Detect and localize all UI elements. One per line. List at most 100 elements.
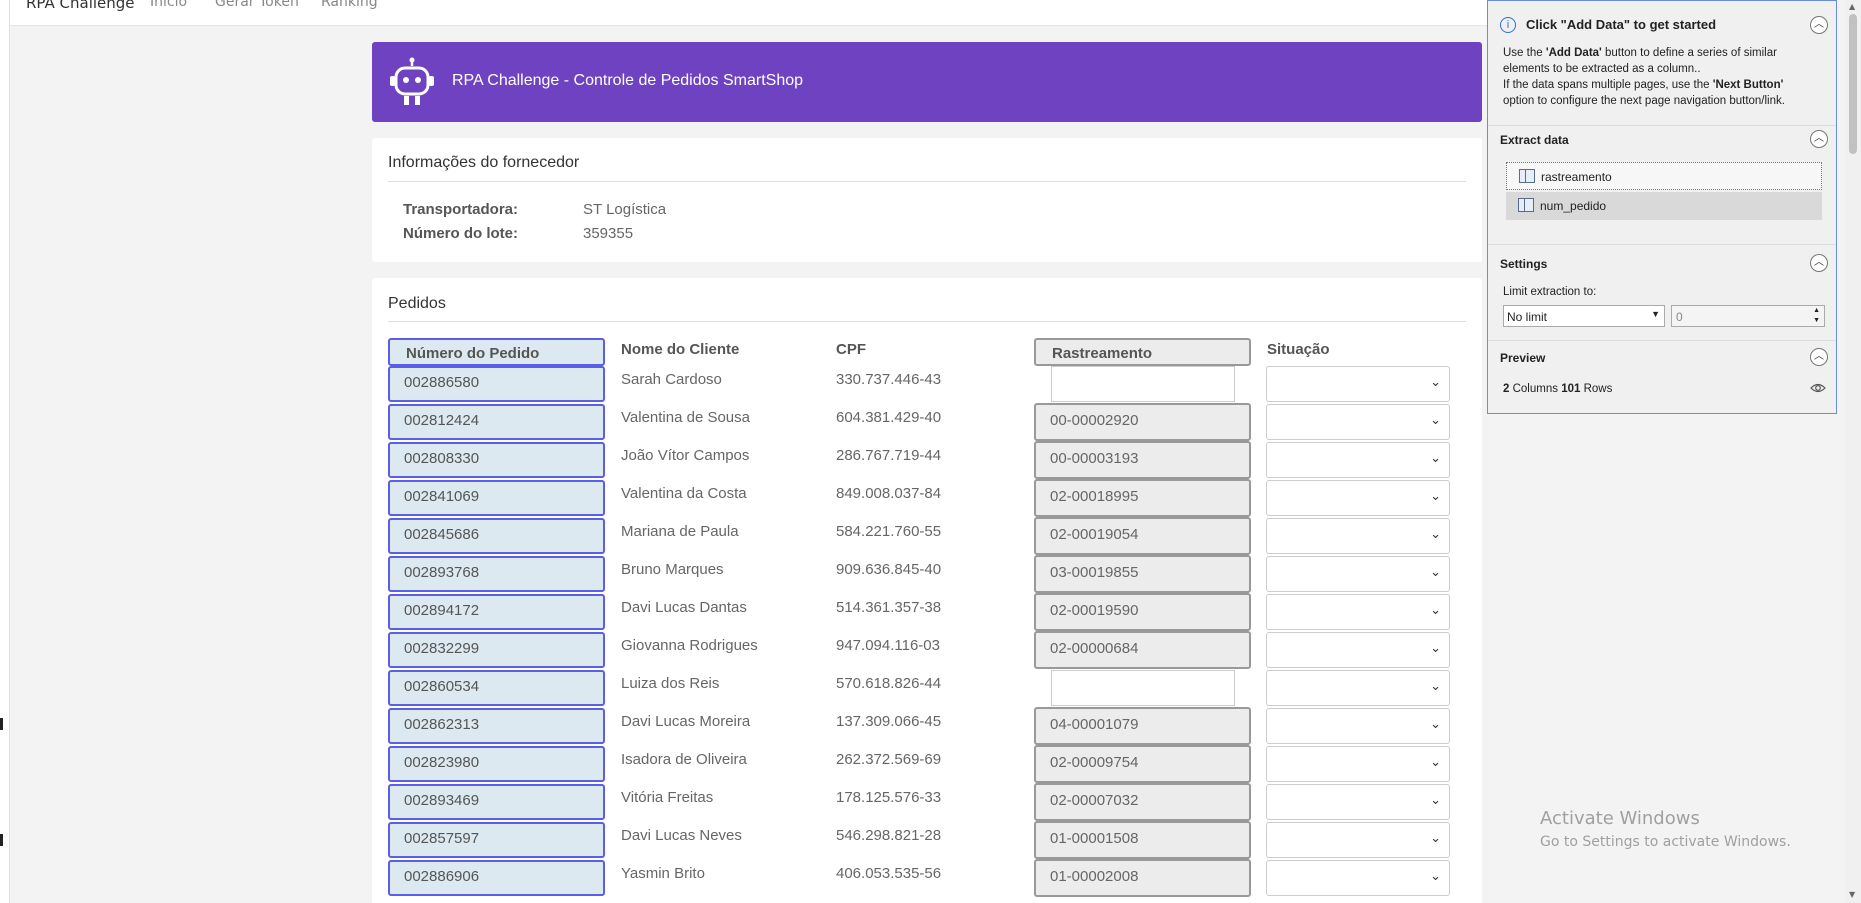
nav-brand[interactable]: RPA Challenge — [26, 0, 135, 12]
column-header-order-number[interactable]: Número do Pedido — [388, 338, 605, 366]
edge-marker — [0, 718, 3, 730]
tracking-cell[interactable]: 00-00003193 — [1034, 441, 1251, 479]
tracking-cell[interactable]: 04-00001079 — [1034, 707, 1251, 745]
chevron-down-icon: ⌄ — [1430, 375, 1441, 390]
client-cpf: 604.381.429-40 — [836, 409, 942, 426]
tracking-cell[interactable]: 02-00018995 — [1034, 479, 1251, 517]
nav-link-inicio[interactable]: Início — [150, 0, 187, 10]
batch-label: Número do lote: — [403, 225, 518, 242]
client-name: Isadora de Oliveira — [621, 751, 747, 768]
collapse-icon[interactable]: ︿ — [1810, 254, 1828, 272]
extract-item-rastreamento[interactable]: rastreamento — [1506, 162, 1822, 190]
nav-link-gerar-token[interactable]: Gerar Token — [215, 0, 299, 10]
order-number-cell[interactable]: 002893768 — [388, 556, 605, 592]
status-select[interactable]: ⌄ — [1266, 670, 1450, 706]
order-number-cell[interactable]: 002860534 — [388, 670, 605, 706]
status-select[interactable]: ⌄ — [1266, 366, 1450, 402]
collapse-icon[interactable]: ︿ — [1810, 16, 1828, 34]
left-edge-strip — [0, 0, 10, 903]
robot-icon — [390, 57, 434, 105]
limit-number-input[interactable]: 0 ▲ ▼ — [1671, 305, 1825, 327]
order-number-cell[interactable]: 002808330 — [388, 442, 605, 478]
client-cpf: 909.636.845-40 — [836, 561, 942, 578]
preview-row-count: 101 — [1561, 383, 1581, 395]
help-text: option to configure the next page naviga… — [1503, 95, 1785, 107]
order-number-cell[interactable]: 002832299 — [388, 632, 605, 668]
column-header-client-name: Nome do Cliente — [621, 341, 740, 358]
client-name: Giovanna Rodrigues — [621, 637, 758, 654]
tracking-code: 02-00018995 — [1050, 488, 1139, 505]
order-number-cell[interactable]: 002812424 — [388, 404, 605, 440]
tracking-cell[interactable]: 03-00019855 — [1034, 555, 1251, 593]
extract-item-label: num_pedido — [1540, 199, 1607, 213]
order-number: 002823980 — [404, 754, 480, 771]
limit-select[interactable]: No limit ▼ — [1503, 305, 1665, 327]
nav-link-ranking[interactable]: Ranking — [321, 0, 378, 10]
collapse-icon[interactable]: ︿ — [1810, 348, 1828, 366]
tracking-cell[interactable]: 02-00019590 — [1034, 593, 1251, 631]
tracking-cell[interactable]: 01-00002008 — [1034, 859, 1251, 897]
chevron-down-icon: ⌄ — [1430, 451, 1441, 466]
status-select[interactable]: ⌄ — [1266, 518, 1450, 554]
client-cpf: 286.767.719-44 — [836, 447, 942, 464]
client-cpf: 514.361.357-38 — [836, 599, 942, 616]
limit-select-value: No limit — [1507, 310, 1548, 324]
scroll-down-icon[interactable]: ▼ — [1849, 890, 1855, 899]
eye-icon[interactable] — [1810, 382, 1826, 394]
scroll-thumb[interactable] — [1849, 14, 1857, 154]
chevron-down-icon: ⌄ — [1430, 831, 1441, 846]
client-cpf: 178.125.576-33 — [836, 789, 942, 806]
status-select[interactable]: ⌄ — [1266, 404, 1450, 440]
chevron-down-icon: ⌄ — [1430, 565, 1441, 580]
order-number-cell[interactable]: 002823980 — [388, 746, 605, 782]
status-select[interactable]: ⌄ — [1266, 632, 1450, 668]
status-select[interactable]: ⌄ — [1266, 556, 1450, 592]
tracking-cell[interactable]: 02-00000684 — [1034, 631, 1251, 669]
status-select[interactable]: ⌄ — [1266, 822, 1450, 858]
extract-item-num-pedido[interactable]: num_pedido — [1506, 192, 1822, 220]
order-number-cell[interactable]: 002845686 — [388, 518, 605, 554]
chevron-down-icon: ⌄ — [1430, 869, 1441, 884]
status-select[interactable]: ⌄ — [1266, 746, 1450, 782]
page-scrollbar[interactable]: ▲ ▼ — [1845, 0, 1861, 903]
help-text-emphasis: 'Next Button' — [1712, 79, 1784, 91]
preview-column-count: 2 — [1503, 383, 1510, 395]
order-number-cell[interactable]: 002894172 — [388, 594, 605, 630]
status-select[interactable]: ⌄ — [1266, 442, 1450, 478]
tracking-cell[interactable]: 02-00009754 — [1034, 745, 1251, 783]
preview-heading: Preview — [1500, 351, 1546, 365]
status-select[interactable]: ⌄ — [1266, 860, 1450, 896]
tracking-cell[interactable]: 02-00019054 — [1034, 517, 1251, 555]
tracking-input-empty[interactable] — [1051, 366, 1235, 402]
tracking-cell[interactable]: 02-00007032 — [1034, 783, 1251, 821]
spinner-icon[interactable]: ▲ ▼ — [1813, 306, 1820, 326]
tracking-input-empty[interactable] — [1051, 670, 1235, 706]
order-number-cell[interactable]: 002862313 — [388, 708, 605, 744]
scroll-up-icon[interactable]: ▲ — [1849, 2, 1855, 11]
windows-activation-text: Go to Settings to activate Windows. — [1540, 834, 1791, 850]
settings-heading: Settings — [1500, 257, 1548, 271]
client-name: Mariana de Paula — [621, 523, 739, 540]
client-cpf: 262.372.569-69 — [836, 751, 942, 768]
order-number-cell[interactable]: 002886580 — [388, 366, 605, 402]
dropdown-arrow-icon: ▼ — [1651, 309, 1660, 319]
limit-number-value: 0 — [1676, 310, 1683, 324]
header-banner: RPA Challenge - Controle de Pedidos Smar… — [372, 42, 1482, 122]
order-number: 002841069 — [404, 488, 480, 505]
tracking-cell[interactable]: 01-00001508 — [1034, 821, 1251, 859]
status-select[interactable]: ⌄ — [1266, 708, 1450, 744]
order-number-cell[interactable]: 002893469 — [388, 784, 605, 820]
client-name: Yasmin Brito — [621, 865, 705, 882]
order-number: 002894172 — [404, 602, 480, 619]
order-number: 002857597 — [404, 830, 480, 847]
order-number-cell[interactable]: 002886906 — [388, 860, 605, 896]
order-number-cell[interactable]: 002857597 — [388, 822, 605, 858]
client-cpf: 406.053.535-56 — [836, 865, 942, 882]
status-select[interactable]: ⌄ — [1266, 594, 1450, 630]
status-select[interactable]: ⌄ — [1266, 784, 1450, 820]
column-header-tracking[interactable]: Rastreamento — [1034, 338, 1251, 366]
status-select[interactable]: ⌄ — [1266, 480, 1450, 516]
order-number-cell[interactable]: 002841069 — [388, 480, 605, 516]
collapse-icon[interactable]: ︿ — [1810, 130, 1828, 148]
tracking-cell[interactable]: 00-00002920 — [1034, 403, 1251, 441]
